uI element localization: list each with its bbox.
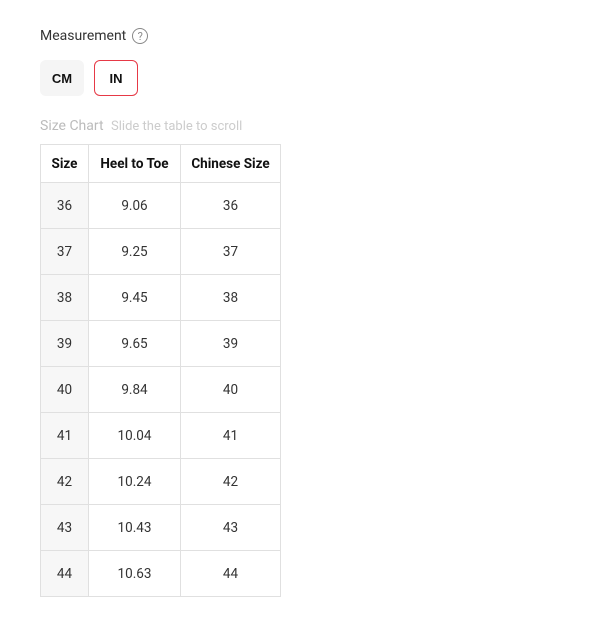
- table-header-row: Size Heel to Toe Chinese Size: [41, 145, 281, 183]
- cell-chinese-size: 42: [181, 459, 281, 505]
- cell-heel-to-toe: 10.24: [89, 459, 181, 505]
- table-row: 409.8440: [41, 367, 281, 413]
- unit-toggle: CM IN: [40, 60, 560, 96]
- cell-chinese-size: 43: [181, 505, 281, 551]
- cell-size: 44: [41, 551, 89, 597]
- cell-heel-to-toe: 10.63: [89, 551, 181, 597]
- help-icon[interactable]: ?: [132, 28, 148, 44]
- cell-chinese-size: 36: [181, 183, 281, 229]
- size-chart-hint: Slide the table to scroll: [111, 119, 242, 134]
- cell-size: 36: [41, 183, 89, 229]
- measurement-header: Measurement ?: [40, 28, 560, 44]
- table-row: 379.2537: [41, 229, 281, 275]
- table-row: 369.0636: [41, 183, 281, 229]
- col-size: Size: [41, 145, 89, 183]
- cell-heel-to-toe: 9.84: [89, 367, 181, 413]
- cell-heel-to-toe: 10.04: [89, 413, 181, 459]
- size-chart-table[interactable]: Size Heel to Toe Chinese Size 369.063637…: [40, 144, 281, 597]
- cell-chinese-size: 41: [181, 413, 281, 459]
- size-chart-label-row: Size Chart Slide the table to scroll: [40, 118, 560, 134]
- col-chinese-size: Chinese Size: [181, 145, 281, 183]
- cell-size: 38: [41, 275, 89, 321]
- measurement-label: Measurement: [40, 28, 126, 44]
- unit-cm-button[interactable]: CM: [40, 60, 84, 96]
- table-row: 389.4538: [41, 275, 281, 321]
- cell-size: 42: [41, 459, 89, 505]
- table-row: 4210.2442: [41, 459, 281, 505]
- col-heel-to-toe: Heel to Toe: [89, 145, 181, 183]
- cell-size: 39: [41, 321, 89, 367]
- cell-chinese-size: 38: [181, 275, 281, 321]
- table-row: 4110.0441: [41, 413, 281, 459]
- table-row: 399.6539: [41, 321, 281, 367]
- cell-size: 41: [41, 413, 89, 459]
- table-row: 4410.6344: [41, 551, 281, 597]
- cell-heel-to-toe: 10.43: [89, 505, 181, 551]
- cell-chinese-size: 37: [181, 229, 281, 275]
- cell-heel-to-toe: 9.65: [89, 321, 181, 367]
- size-chart-label: Size Chart: [40, 118, 104, 134]
- cell-size: 43: [41, 505, 89, 551]
- cell-chinese-size: 40: [181, 367, 281, 413]
- cell-heel-to-toe: 9.06: [89, 183, 181, 229]
- unit-in-button[interactable]: IN: [94, 60, 138, 96]
- cell-heel-to-toe: 9.25: [89, 229, 181, 275]
- cell-size: 37: [41, 229, 89, 275]
- cell-size: 40: [41, 367, 89, 413]
- table-row: 4310.4343: [41, 505, 281, 551]
- cell-heel-to-toe: 9.45: [89, 275, 181, 321]
- cell-chinese-size: 39: [181, 321, 281, 367]
- cell-chinese-size: 44: [181, 551, 281, 597]
